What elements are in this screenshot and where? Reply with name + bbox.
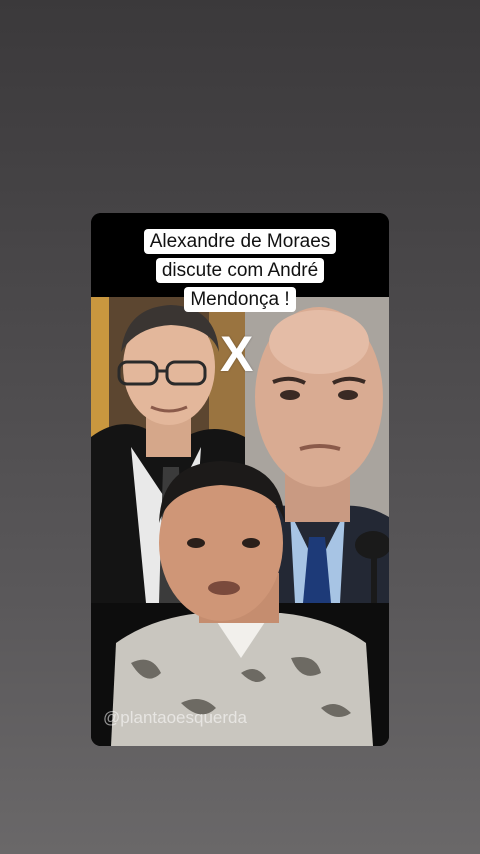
presenter-figure <box>111 461 373 746</box>
caption-line-2: discute com André <box>155 258 325 283</box>
versus-mark: X <box>220 326 254 382</box>
video-frame[interactable]: Alexandre de Moraes discute com André Me… <box>91 213 389 746</box>
video-caption: Alexandre de Moraes discute com André Me… <box>91 227 389 314</box>
caption-line-1: Alexandre de Moraes <box>143 229 337 254</box>
channel-watermark: @plantaoesquerda <box>103 708 247 727</box>
caption-line-3: Mendonça ! <box>184 287 296 312</box>
